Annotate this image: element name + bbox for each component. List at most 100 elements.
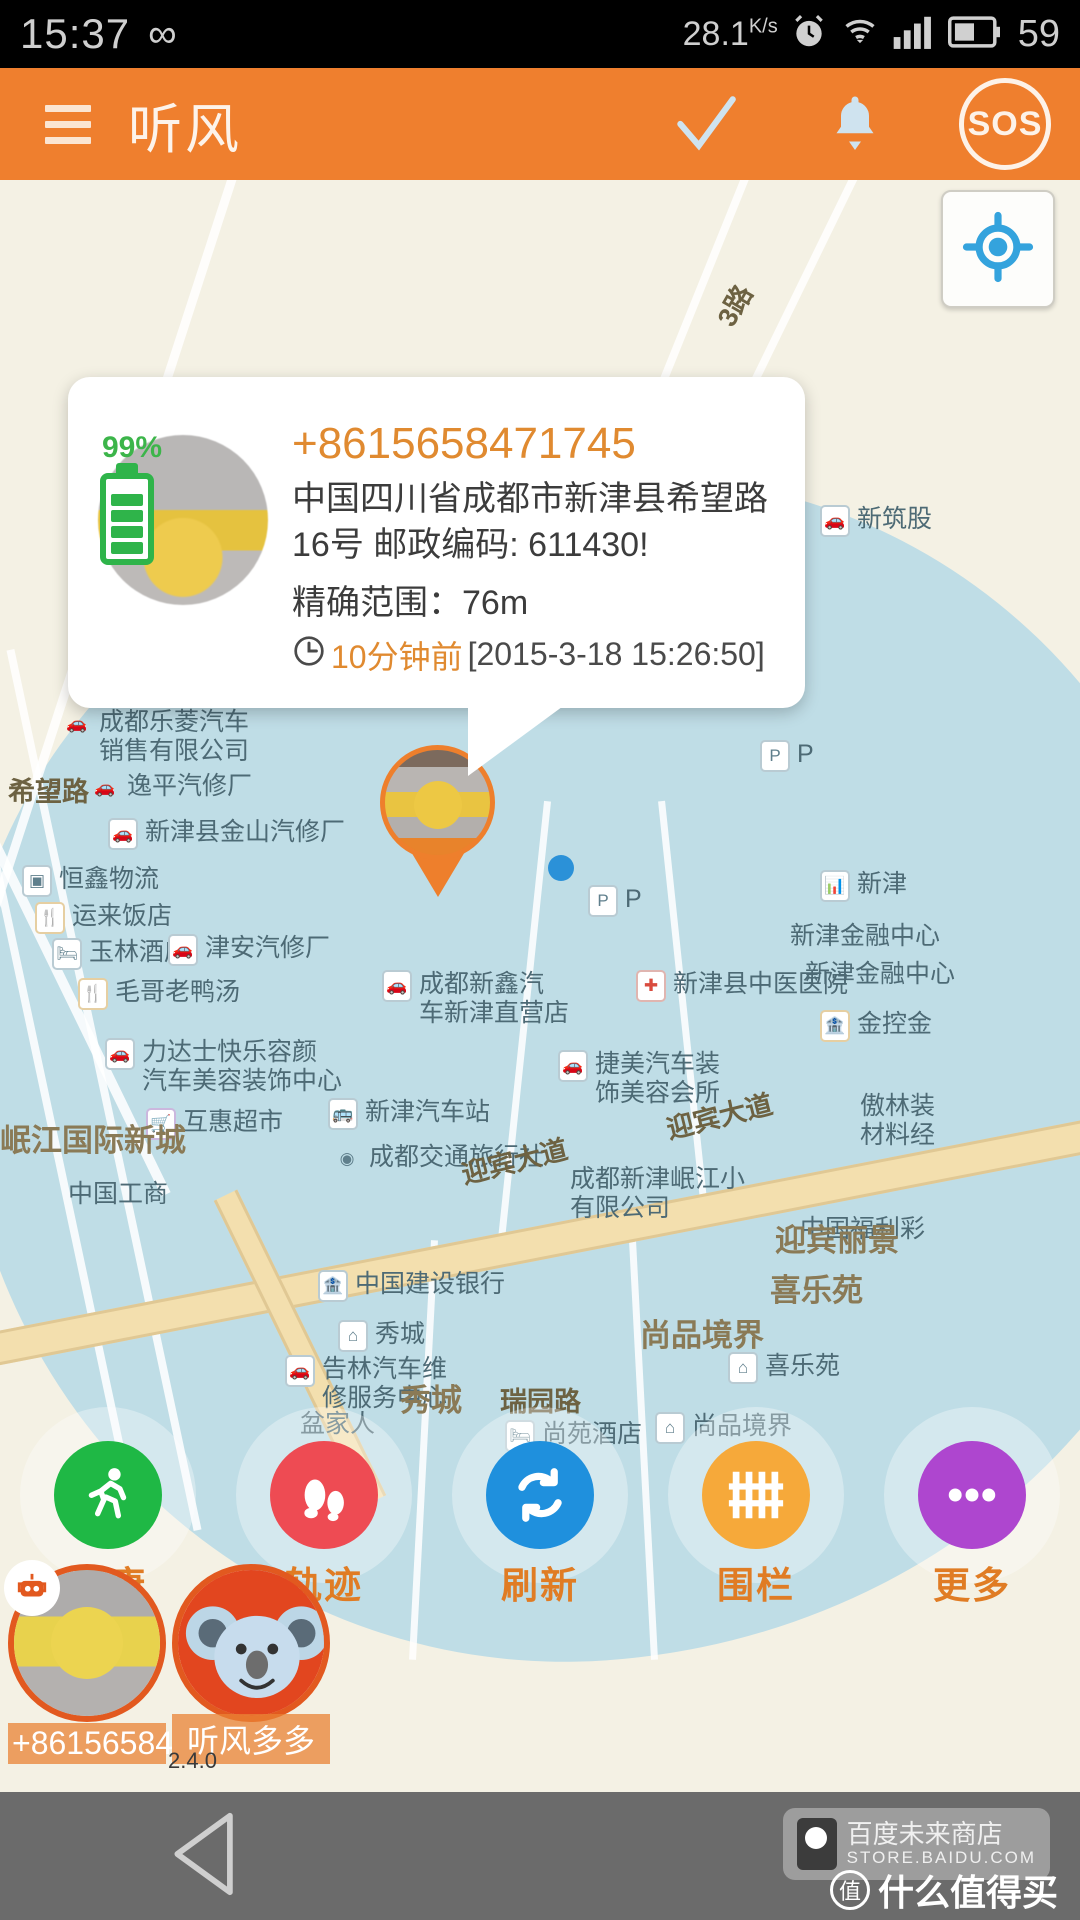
action-more[interactable]: 更多 xyxy=(882,1441,1062,1609)
robot-icon xyxy=(4,1560,60,1616)
car-icon: 🚗 xyxy=(66,714,88,734)
map-area-label: 尚品境界 xyxy=(640,1318,764,1353)
car-icon: 🚗 xyxy=(285,1355,315,1387)
map-poi[interactable]: 🏦 金控金 xyxy=(820,1010,932,1042)
baidu-robot-icon xyxy=(796,1818,837,1870)
map-poi[interactable]: ⌂ 秀城 xyxy=(338,1320,425,1352)
map-poi-label: 新筑股 xyxy=(857,505,933,533)
parking-icon: P xyxy=(760,740,790,772)
map-poi-label: 成都新鑫汽 车新津直营店 xyxy=(419,970,570,1027)
battery-icon xyxy=(947,15,1000,54)
bell-icon[interactable] xyxy=(780,68,930,180)
map-poi[interactable]: ⌂ 喜乐苑 xyxy=(728,1352,840,1384)
hamburger-menu-icon[interactable] xyxy=(18,104,118,144)
app-version-label: 2.4.0 xyxy=(168,1748,217,1773)
bank-icon: 🏦 xyxy=(820,1010,850,1042)
car-icon: 🚗 xyxy=(820,505,850,537)
map-poi[interactable]: 🚌 新津汽车站 xyxy=(328,1098,490,1130)
action-fence[interactable]: 围栏 xyxy=(666,1441,846,1609)
car-icon: 🚗 xyxy=(108,818,138,850)
map-poi-label: 互惠超市 xyxy=(183,1108,284,1136)
map-poi[interactable]: 🍴 毛哥老鸭汤 xyxy=(78,978,240,1010)
current-location-dot xyxy=(548,855,574,881)
map-canvas[interactable]: 🚗 成都乐菱汽车 销售有限公司 🚗 逸平汽修厂 🚗 新津县金山汽修厂 ▣ 恒鑫物流 🍴 运来饭店 🛏… xyxy=(0,180,1080,1792)
map-poi-label: 逸平汽修厂 xyxy=(127,772,253,800)
card-accuracy-label: 精确范围： xyxy=(292,583,462,622)
map-poi[interactable]: PP xyxy=(588,885,642,917)
map-poi-label: 成都新津岷江小 有限公司 xyxy=(570,1165,746,1222)
cellular-signal-icon xyxy=(892,13,936,56)
alarm-clock-icon xyxy=(790,13,828,56)
map-poi[interactable]: 🏦 中国建设银行 xyxy=(318,1270,505,1302)
map-poi[interactable]: 🚗 成都新鑫汽 车新津直营店 xyxy=(382,970,569,1028)
fence-icon xyxy=(702,1441,810,1549)
check-icon[interactable] xyxy=(630,68,780,180)
card-time-ago: 10分钟前 xyxy=(331,638,463,675)
smzdm-badge: 值 xyxy=(829,1870,870,1910)
map-poi[interactable]: 🚗 新筑股 xyxy=(820,505,932,537)
box-icon: ▣ xyxy=(22,865,52,897)
map-poi[interactable]: ▣ 恒鑫物流 xyxy=(22,865,159,897)
car-icon: 🚗 xyxy=(94,778,116,798)
map-road-label: 3路 xyxy=(711,280,759,332)
avatar-device[interactable]: +86156584 xyxy=(4,1560,173,1764)
car-icon: 🚗 xyxy=(168,934,198,966)
sos-button[interactable]: SOS xyxy=(930,68,1080,180)
avatar-koala[interactable]: 听风多多 xyxy=(172,1564,330,1764)
more-dots-icon xyxy=(918,1441,1026,1549)
sos-label: SOS xyxy=(959,78,1051,170)
bus-icon: 🚌 xyxy=(328,1098,358,1130)
food-icon: 🍴 xyxy=(78,978,108,1010)
action-label: 围栏 xyxy=(717,1565,795,1606)
card-phone-number[interactable]: +8615658471745 xyxy=(292,419,775,469)
map-poi[interactable]: 🚗 力达士快乐容颜 汽车美容装饰中心 xyxy=(105,1038,342,1096)
back-triangle-icon[interactable] xyxy=(170,1811,242,1902)
map-poi[interactable]: PP xyxy=(760,740,814,772)
map-poi[interactable]: 🍴 运来饭店 xyxy=(35,902,172,934)
crosshair-locate-icon xyxy=(962,211,1034,288)
map-poi[interactable]: 🚗 津安汽修厂 xyxy=(168,934,330,966)
car-icon: 🚗 xyxy=(558,1050,588,1082)
map-poi[interactable]: 成都新津岷江小 有限公司 xyxy=(570,1165,745,1223)
map-poi[interactable]: 🚗 逸平汽修厂 xyxy=(90,772,252,804)
map-poi-label: 恒鑫物流 xyxy=(59,865,160,893)
food-icon: 🍴 xyxy=(35,902,65,934)
map-poi-label: 力达士快乐容颜 汽车美容装饰中心 xyxy=(142,1038,343,1095)
map-poi[interactable]: 📊 新津 xyxy=(820,870,907,902)
map-poi-label: 中国建设银行 xyxy=(355,1270,506,1298)
map-poi-label: 金控金 xyxy=(857,1010,933,1038)
map-poi[interactable]: 🚗 捷美汽车装 饰美容会所 xyxy=(558,1050,720,1108)
card-time-row: 10分钟前 [2015-3-18 15:26:50] xyxy=(292,632,775,678)
map-poi-label: 傲林装 材料经 xyxy=(860,1092,936,1149)
device-avatar-list: +86156584 听风多多 2.4.0 xyxy=(0,1492,620,1792)
map-poi-label: 新津汽车站 xyxy=(365,1098,491,1126)
device-info-card[interactable]: 99% +8615658471745 中国四川省成都市新津县希望路16号 邮政编… xyxy=(68,377,805,776)
map-poi-label: 运来饭店 xyxy=(72,902,173,930)
map-poi[interactable]: 新津金融中心 xyxy=(790,922,940,951)
map-road-label: 希望路 xyxy=(8,777,89,807)
locate-button[interactable] xyxy=(941,190,1055,308)
map-poi[interactable]: 🚗 新津县金山汽修厂 xyxy=(108,818,345,850)
map-poi[interactable]: 新津金融中心 xyxy=(805,960,955,989)
chart-icon: 📊 xyxy=(820,870,850,902)
home-icon: ⌂ xyxy=(728,1352,758,1384)
home-icon: ⌂ xyxy=(338,1320,368,1352)
clock-icon xyxy=(292,634,326,676)
map-poi[interactable]: 🚗 成都乐菱汽车 销售有限公司 xyxy=(62,708,249,766)
map-poi-label: 中国工商 xyxy=(68,1180,169,1208)
system-nav-bar: 百度未来商店 STORE.BAIDU.COM 值 什么值得买 xyxy=(0,1792,1080,1920)
map-poi[interactable]: 傲林装 材料经 xyxy=(860,1092,935,1150)
action-label: 更多 xyxy=(933,1565,1011,1606)
map-poi[interactable]: 中国工商 xyxy=(68,1180,168,1209)
map-poi-label: 毛哥老鸭汤 xyxy=(115,978,241,1006)
map-poi-label: 成都乐菱汽车 销售有限公司 xyxy=(99,708,250,765)
smzdm-watermark: 值 什么值得买 xyxy=(829,1864,1058,1916)
map-poi-label: 津安汽修厂 xyxy=(205,934,331,962)
map-poi-label: P xyxy=(625,885,642,913)
hospital-icon: ✚ xyxy=(636,970,666,1002)
card-thumbnail-wrap: 99% xyxy=(98,413,268,678)
battery-level: 59 xyxy=(1017,12,1060,55)
car-icon: 🚗 xyxy=(105,1038,135,1070)
parking-icon: P xyxy=(588,885,618,917)
map-area-label: 喜乐苑 xyxy=(770,1273,863,1308)
